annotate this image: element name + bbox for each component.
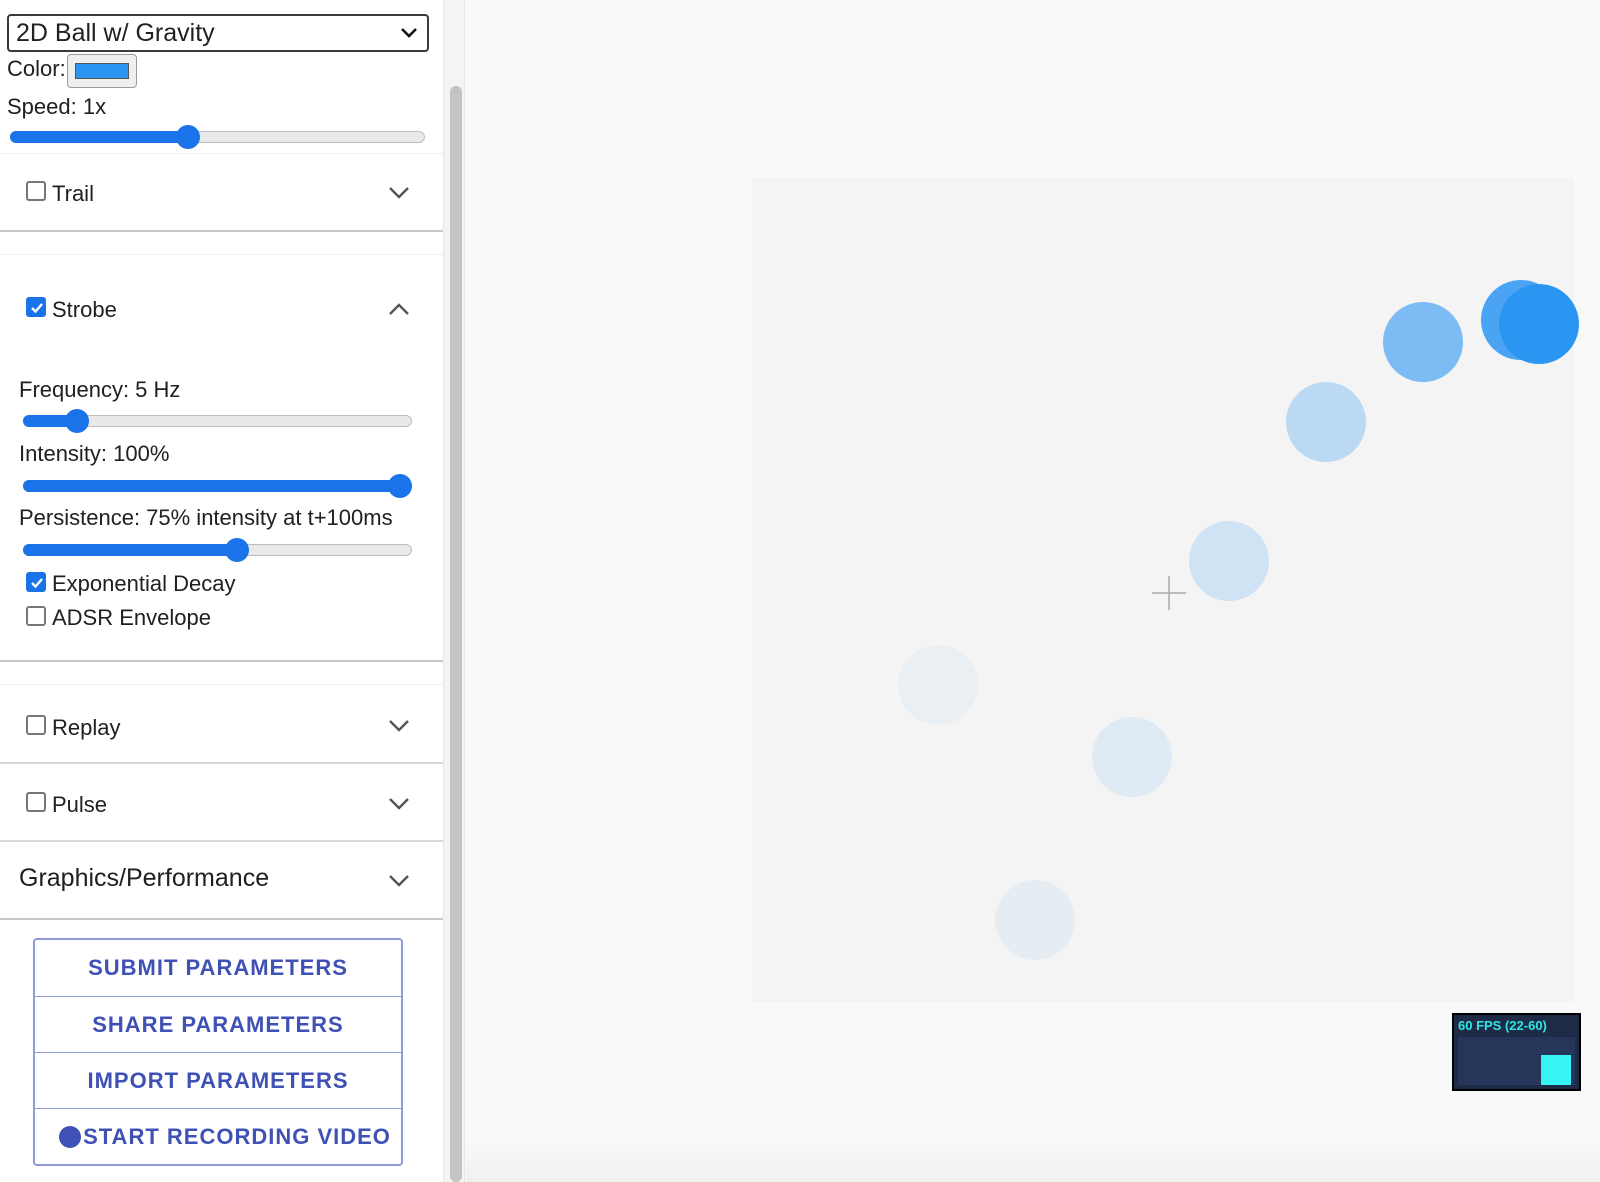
speed-slider-thumb[interactable] — [176, 125, 201, 149]
start-recording-label: START RECORDING VIDEO — [83, 1124, 391, 1149]
speed-label: Speed: 1x — [7, 94, 107, 119]
fps-label: 60 FPS (22-60) — [1458, 1018, 1547, 1033]
frequency-slider-thumb[interactable] — [65, 409, 90, 433]
speed-slider[interactable] — [10, 124, 425, 150]
frequency-slider[interactable] — [23, 408, 412, 434]
start-recording-button[interactable]: START RECORDING VIDEO — [35, 1109, 401, 1165]
replay-checkbox[interactable] — [26, 715, 46, 735]
checkmark-icon — [31, 303, 43, 314]
fps-graph — [1458, 1037, 1575, 1085]
panel-scrollbar-thumb[interactable] — [450, 86, 462, 1182]
color-picker[interactable] — [67, 54, 137, 88]
ball-ghost — [1092, 717, 1172, 797]
intensity-slider-thumb[interactable] — [388, 474, 413, 498]
chevron-down-icon[interactable] — [388, 719, 410, 733]
fps-meter: 60 FPS (22-60) — [1452, 1013, 1581, 1091]
exponential-decay-label: Exponential Decay — [52, 571, 236, 596]
frequency-label: Frequency: 5 Hz — [19, 377, 181, 402]
trail-checkbox[interactable] — [26, 181, 46, 201]
ball-ghost — [1189, 521, 1269, 601]
exponential-decay-checkbox[interactable] — [26, 572, 46, 592]
intensity-slider[interactable] — [23, 473, 413, 499]
graphics-label: Graphics/Performance — [19, 864, 270, 892]
pulse-checkbox[interactable] — [26, 792, 46, 812]
import-parameters-button[interactable]: IMPORT PARAMETERS — [35, 1053, 401, 1109]
ball-ghost — [1383, 302, 1463, 382]
adsr-envelope-label: ADSR Envelope — [52, 605, 211, 630]
chevron-up-icon[interactable] — [388, 302, 410, 316]
strobe-label: Strobe — [52, 297, 117, 322]
persistence-label: Persistence: 75% intensity at t+100ms — [19, 505, 393, 530]
chevron-down-icon[interactable] — [388, 186, 410, 200]
ball-ghost — [1286, 382, 1366, 462]
parameter-button-group: SUBMIT PARAMETERS SHARE PARAMETERS IMPOR… — [33, 938, 403, 1166]
crosshair-icon — [1152, 576, 1186, 610]
ball-ghost — [995, 880, 1075, 960]
replay-label: Replay — [52, 715, 121, 740]
chevron-down-icon — [401, 28, 417, 38]
control-panel: 2D Ball w/ Gravity Color: Speed: 1x Trai… — [0, 0, 443, 1182]
color-label: Color: — [7, 56, 66, 81]
adsr-envelope-checkbox[interactable] — [26, 606, 46, 626]
record-dot-icon — [59, 1126, 81, 1148]
persistence-slider[interactable] — [23, 537, 412, 563]
submit-parameters-button[interactable]: SUBMIT PARAMETERS — [35, 940, 401, 996]
share-parameters-button[interactable]: SHARE PARAMETERS — [35, 997, 401, 1053]
color-swatch — [75, 63, 129, 79]
fps-bar — [1541, 1055, 1571, 1085]
trail-label: Trail — [52, 181, 94, 206]
pulse-label: Pulse — [52, 792, 108, 817]
persistence-slider-thumb[interactable] — [224, 538, 249, 562]
chevron-down-icon[interactable] — [388, 874, 410, 888]
simulation-select[interactable]: 2D Ball w/ Gravity — [7, 14, 429, 52]
simulation-select-value: 2D Ball w/ Gravity — [16, 19, 215, 47]
strobe-checkbox[interactable] — [26, 297, 46, 317]
ball-ghost — [898, 645, 978, 725]
intensity-label: Intensity: 100% — [19, 441, 170, 466]
checkmark-icon — [31, 578, 43, 589]
chevron-down-icon[interactable] — [388, 797, 410, 811]
ball — [1499, 284, 1579, 364]
